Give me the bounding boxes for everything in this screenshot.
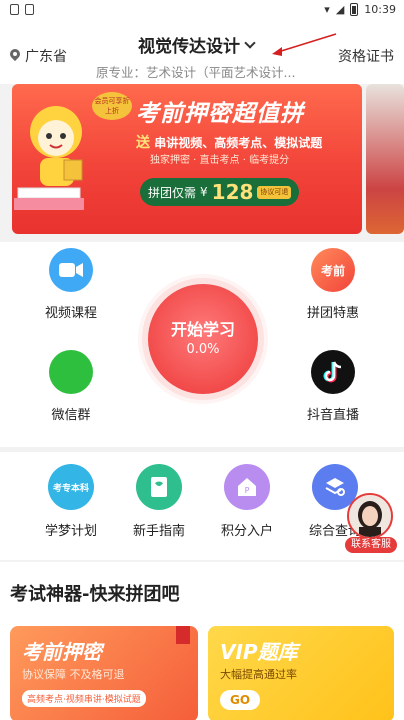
books-illustration bbox=[14, 187, 84, 210]
dream-plan-icon-text: 考专本科 bbox=[52, 483, 89, 494]
group-deal-label: 拼团特惠 bbox=[306, 306, 359, 321]
location-label: 广东省 bbox=[25, 49, 67, 65]
price-value: 128 bbox=[211, 180, 254, 204]
banner-send-prefix: 送 bbox=[136, 135, 150, 151]
bookmark-icon bbox=[176, 626, 190, 644]
newbie-guide-label: 新手指南 bbox=[132, 524, 185, 539]
location-selector[interactable]: 广东省 bbox=[10, 46, 67, 66]
vip-question-bank-title: VIP题库 bbox=[220, 640, 298, 664]
video-camera-icon bbox=[49, 248, 93, 292]
newbie-guide-button[interactable]: 新手指南 bbox=[124, 464, 194, 539]
notification-icon bbox=[10, 4, 19, 15]
promo-banner[interactable]: 会员可享折上折 考前押密超值拼 送 串讲视频、高频考点、模拟试题 独家押密 · … bbox=[12, 84, 362, 234]
start-learning-label: 开始学习 bbox=[170, 320, 235, 339]
price-prefix: 拼团仅需 bbox=[148, 185, 197, 200]
go-button[interactable]: GO bbox=[220, 690, 260, 710]
signal-icon: ◢ bbox=[335, 3, 345, 16]
refund-badge: 协议可退 bbox=[257, 185, 292, 199]
group-deal-button[interactable]: 考前 拼团特惠 bbox=[298, 248, 368, 321]
major-selector[interactable]: 视觉传达设计 bbox=[138, 32, 256, 57]
vip-question-bank-subtitle: 大幅提高通过率 bbox=[220, 668, 297, 681]
banner-send-text: 串讲视频、高频考点、模拟试题 bbox=[154, 136, 323, 150]
points-entry-button[interactable]: P 积分入户 bbox=[212, 464, 282, 539]
learning-progress: 0.0% bbox=[186, 342, 220, 357]
group-buy-section: 考试神器-快来拼团吧 考前押密 协议保障 不及格可退 高频考点·视频串讲·模拟试… bbox=[0, 562, 404, 720]
major-title: 视觉传达设计 bbox=[138, 37, 240, 57]
douyin-icon bbox=[311, 350, 355, 394]
exam-secret-title: 考前押密 bbox=[22, 640, 102, 664]
dream-plan-icon: 考专本科 bbox=[48, 464, 94, 510]
group-deal-icon-text: 考前 bbox=[320, 263, 345, 278]
clock: 10:39 bbox=[364, 3, 396, 16]
next-banner-peek[interactable] bbox=[366, 84, 404, 234]
feature-grid: 考专本科 学梦计划 新手指南 P 积分入户 综合查询 bbox=[0, 452, 404, 560]
exam-secret-card[interactable]: 考前押密 协议保障 不及格可退 高频考点·视频串讲·模拟试题 bbox=[10, 626, 198, 720]
mascot-illustration bbox=[30, 106, 83, 186]
exam-secret-subtitle: 协议保障 不及格可退 bbox=[22, 668, 125, 681]
price-currency: ¥ bbox=[200, 185, 208, 199]
video-course-button[interactable]: 视频课程 bbox=[36, 248, 106, 321]
wechat-icon bbox=[49, 350, 93, 394]
banner-title: 考前押密超值拼 bbox=[136, 101, 304, 127]
douyin-live-label: 抖音直播 bbox=[306, 408, 359, 423]
price-pill[interactable]: 拼团仅需 ¥ 128 协议可退 bbox=[140, 178, 300, 206]
sim-icon bbox=[25, 4, 34, 15]
customer-service-button[interactable]: 联系客服 bbox=[345, 493, 397, 553]
section-title: 考试神器-快来拼团吧 bbox=[10, 584, 180, 605]
banner-send-line: 送 串讲视频、高频考点、模拟试题 bbox=[136, 132, 322, 152]
group-deal-icon: 考前 bbox=[311, 248, 355, 292]
start-learning-button[interactable]: 开始学习 0.0% bbox=[148, 284, 258, 394]
status-bar: ▾ ◢ 10:39 bbox=[0, 0, 404, 22]
wifi-icon: ▾ bbox=[324, 3, 330, 16]
wechat-group-button[interactable]: 微信群 bbox=[36, 350, 106, 423]
location-pin-icon bbox=[10, 49, 20, 63]
wechat-group-label: 微信群 bbox=[51, 408, 91, 423]
chevron-down-icon bbox=[244, 36, 256, 49]
member-tag: 会员可享折上折 bbox=[92, 92, 132, 120]
battery-icon bbox=[350, 3, 359, 16]
video-course-label: 视频课程 bbox=[44, 306, 97, 321]
book-icon bbox=[136, 464, 182, 510]
douyin-live-button[interactable]: 抖音直播 bbox=[298, 350, 368, 423]
svg-text:P: P bbox=[245, 486, 250, 495]
vip-question-bank-card[interactable]: VIP题库 大幅提高通过率 GO bbox=[208, 626, 394, 720]
header: 广东省 视觉传达设计 原专业：艺术设计（平面艺术设计... 资格证书 bbox=[0, 22, 404, 84]
points-entry-label: 积分入户 bbox=[220, 524, 273, 539]
points-home-icon: P bbox=[224, 464, 270, 510]
banner-subtitle: 独家押密 · 直击考点 · 临考提分 bbox=[150, 155, 290, 166]
exam-secret-pill: 高频考点·视频串讲·模拟试题 bbox=[22, 690, 146, 707]
dream-plan-label: 学梦计划 bbox=[44, 524, 97, 539]
original-major: 原专业：艺术设计（平面艺术设计... bbox=[96, 65, 296, 80]
service-agent-avatar bbox=[347, 493, 393, 539]
dream-plan-button[interactable]: 考专本科 学梦计划 bbox=[36, 464, 106, 539]
qualification-cert-link[interactable]: 资格证书 bbox=[338, 46, 394, 66]
customer-service-label: 联系客服 bbox=[345, 537, 397, 553]
